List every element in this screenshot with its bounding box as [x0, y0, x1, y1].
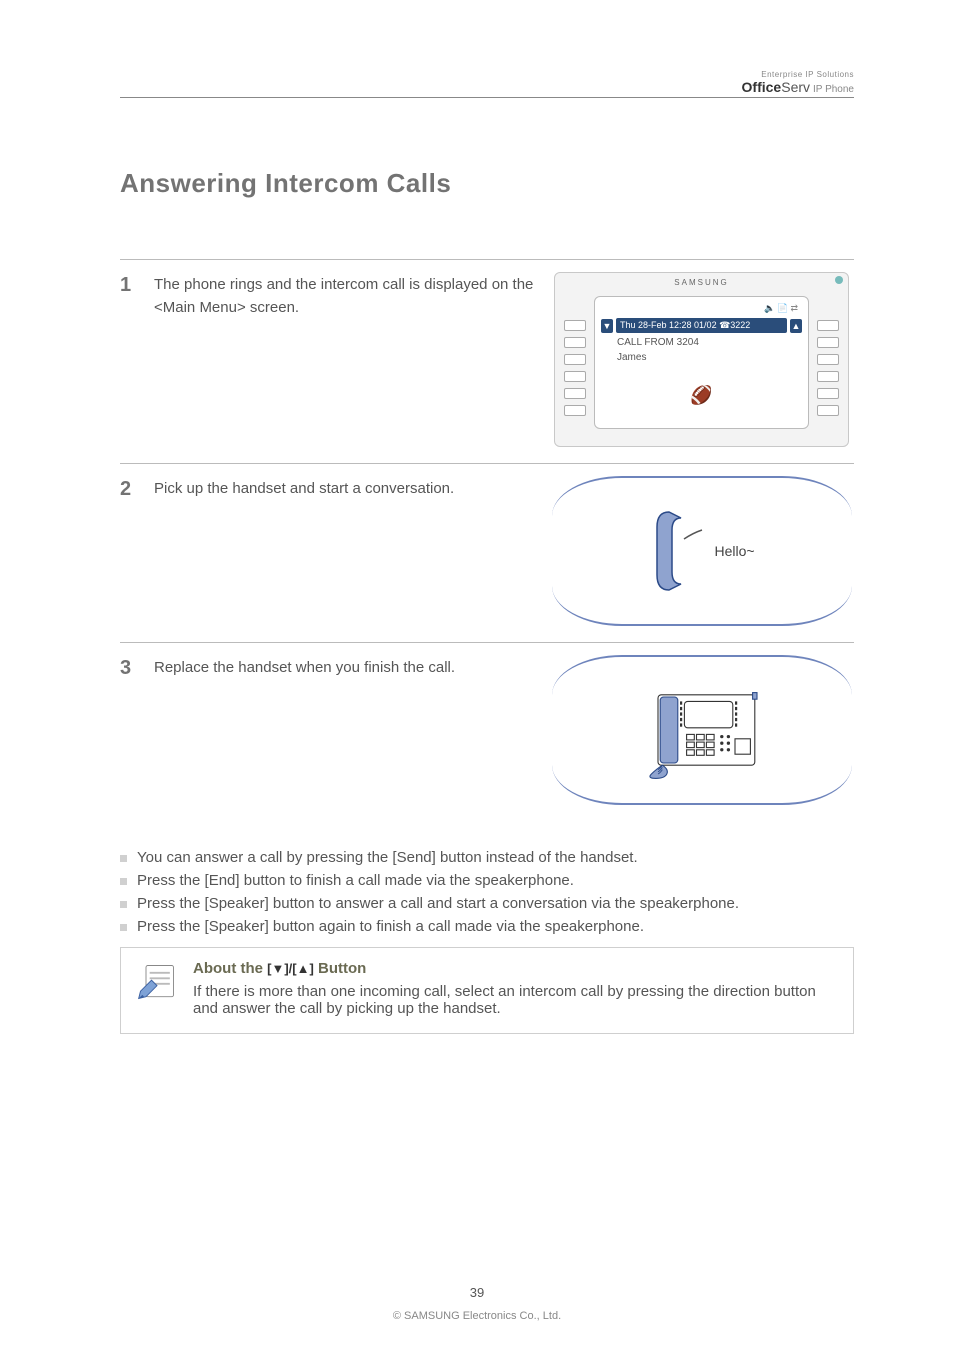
lcd-line-3: James: [601, 352, 802, 363]
document-page: Enterprise IP Solutions OfficeServIP Pho…: [0, 0, 954, 1348]
chapter-title: Answering Intercom Calls: [120, 168, 854, 199]
note-body: If there is more than one incoming call,…: [193, 983, 839, 1017]
phone-softkeys-left: [564, 320, 586, 416]
brand-office: Office: [742, 79, 782, 95]
up-arrow-icon: ▲: [790, 319, 802, 333]
lcd-highlight-text: Thu 28-Feb 12:28 01/02 ☎3222: [616, 318, 787, 333]
bullet-square-icon: [120, 878, 127, 885]
handset-icon: [648, 506, 708, 596]
brand-serv: Serv: [781, 79, 810, 95]
softkey-button-icon: [817, 388, 839, 399]
step-number: 2: [120, 476, 154, 501]
phone-brand-label: SAMSUNG: [554, 278, 849, 287]
list-item: Press the [End] button to finish a call …: [120, 872, 854, 889]
lcd-line-2: CALL FROM 3204: [601, 337, 802, 348]
step-text-em: <Main Menu>: [154, 299, 246, 316]
list-item: Press the [Speaker] button again to fini…: [120, 918, 854, 935]
transfer-status-icon: ⇄: [790, 303, 798, 314]
steps-list: 1 The phone rings and the intercom call …: [120, 259, 854, 821]
phone-softkeys-right: [817, 320, 839, 416]
step-text: Replace the handset when you finish the …: [154, 655, 549, 680]
down-arrow-icon: ▼: [601, 319, 613, 333]
step-text-part-2: screen.: [250, 299, 299, 316]
step-text: Pick up the handset and start a conversa…: [154, 476, 549, 501]
note-title-suffix: Button: [314, 960, 366, 977]
note-title: About the [▼]/[▲] Button: [193, 960, 839, 977]
step-illustration: [549, 655, 854, 805]
softkey-button-icon: [817, 371, 839, 382]
bullet-text: Press the [End] button to finish a call …: [137, 872, 574, 889]
step-1: 1 The phone rings and the intercom call …: [120, 259, 854, 463]
brand-superscript: Enterprise IP Solutions: [742, 70, 854, 79]
softkey-button-icon: [564, 320, 586, 331]
bullet-list: You can answer a call by pressing the [S…: [120, 849, 854, 935]
desk-phone-icon: [627, 675, 777, 785]
phone-lcd-screen: 🔈 📄 ⇄ ▼ Thu 28-Feb 12:28 01/02 ☎3222 ▲ C…: [594, 296, 809, 429]
softkey-button-icon: [564, 337, 586, 348]
softkey-button-icon: [564, 405, 586, 416]
bullet-square-icon: [120, 924, 127, 931]
note-title-buttons: [▼]/[▲]: [267, 961, 314, 976]
step-3: 3 Replace the handset when you finish th…: [120, 642, 854, 821]
illustration-frame: [552, 655, 852, 805]
step-illustration: SAMSUNG: [549, 272, 854, 447]
step-illustration: Hello~: [549, 476, 854, 626]
softkey-button-icon: [817, 354, 839, 365]
note-box: About the [▼]/[▲] Button If there is mor…: [120, 947, 854, 1034]
softkey-button-icon: [817, 337, 839, 348]
speaker-status-icon: 🔈: [764, 303, 775, 314]
copyright-text: © SAMSUNG Electronics Co., Ltd.: [0, 1310, 954, 1322]
lcd-status-icons: 🔈 📄 ⇄: [601, 303, 802, 314]
note-content: About the [▼]/[▲] Button If there is mor…: [193, 960, 839, 1017]
softkey-button-icon: [817, 405, 839, 416]
list-item: You can answer a call by pressing the [S…: [120, 849, 854, 866]
page-header: Enterprise IP Solutions OfficeServIP Pho…: [120, 70, 854, 98]
step-text: The phone rings and the intercom call is…: [154, 272, 549, 319]
step-number: 1: [120, 272, 154, 297]
lcd-graphic-icon: 🏈: [601, 367, 802, 424]
brand-block: Enterprise IP Solutions OfficeServIP Pho…: [742, 70, 854, 95]
note-title-prefix: About the: [193, 960, 267, 977]
softkey-button-icon: [564, 388, 586, 399]
bullet-text: Press the [Speaker] button to answer a c…: [137, 895, 739, 912]
softkey-button-icon: [564, 371, 586, 382]
step-number: 3: [120, 655, 154, 680]
softkey-button-icon: [564, 354, 586, 365]
doc-status-icon: 📄: [777, 303, 788, 314]
step-2: 2 Pick up the handset and start a conver…: [120, 463, 854, 642]
softkey-button-icon: [817, 320, 839, 331]
bullet-square-icon: [120, 855, 127, 862]
hello-label: Hello~: [714, 543, 754, 559]
phone-lcd-illustration: SAMSUNG: [554, 272, 849, 447]
brand-sub: IP Phone: [813, 84, 854, 95]
page-number: 39: [0, 1285, 954, 1300]
list-item: Press the [Speaker] button to answer a c…: [120, 895, 854, 912]
note-icon: [135, 960, 179, 1004]
bullet-text: You can answer a call by pressing the [S…: [137, 849, 638, 866]
illustration-frame: Hello~: [552, 476, 852, 626]
brand-main: OfficeServIP Phone: [742, 79, 854, 95]
bullet-square-icon: [120, 901, 127, 908]
bullet-text: Press the [Speaker] button again to fini…: [137, 918, 644, 935]
lcd-highlight-row: ▼ Thu 28-Feb 12:28 01/02 ☎3222 ▲: [601, 318, 802, 333]
step-text-part-1: The phone rings and the intercom call is…: [154, 276, 533, 293]
